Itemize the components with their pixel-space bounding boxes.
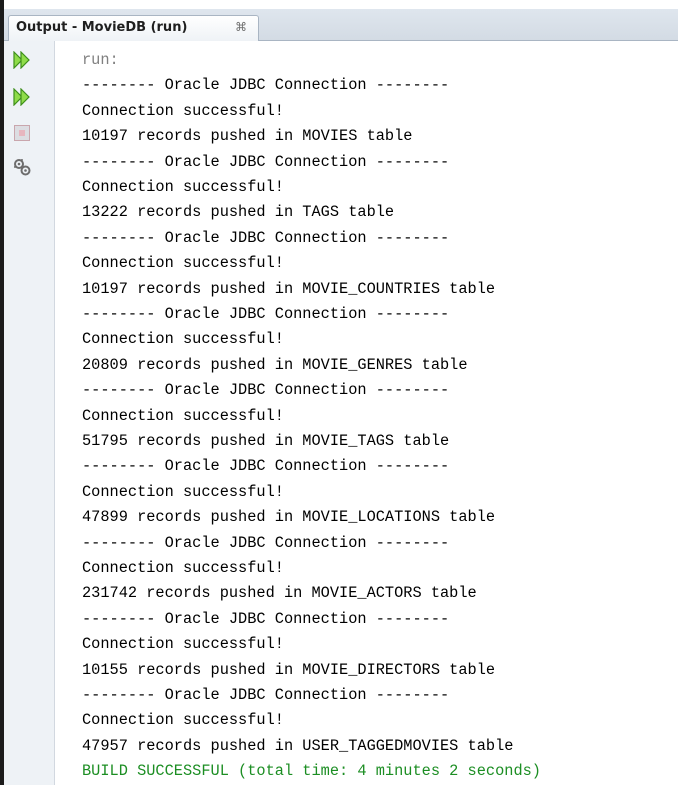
output-line: 10197 records pushed in MOVIES table — [82, 127, 413, 146]
tab-output-moviedb[interactable]: Output - MovieDB (run) ⌘ — [8, 15, 259, 42]
rerun-icon[interactable] — [13, 51, 31, 69]
output-line: 47957 records pushed in USER_TAGGEDMOVIE… — [82, 736, 514, 755]
output-line: 231742 records pushed in MOVIE_ACTORS ta… — [82, 584, 477, 603]
run-label: run: — [82, 51, 119, 69]
window-corner — [0, 0, 4, 9]
output-line: 10197 records pushed in MOVIE_COUNTRIES … — [82, 279, 496, 298]
output-line: Connection successful! — [82, 482, 284, 501]
output-line: -------- Oracle JDBC Connection -------- — [82, 305, 450, 323]
output-line: Connection successful! — [82, 101, 284, 120]
close-icon[interactable]: ⌘ — [235, 20, 247, 34]
rerun-with-params-icon[interactable] — [13, 88, 31, 106]
output-line: 10155 records pushed in MOVIE_DIRECTORS … — [82, 660, 496, 679]
output-window: Output - MovieDB (run) ⌘ run: -------- O… — [0, 0, 678, 785]
output-line: Connection successful! — [82, 711, 284, 730]
output-line: Connection successful! — [82, 254, 284, 273]
output-line: -------- Oracle JDBC Connection -------- — [82, 381, 450, 400]
output-line: 51795 records pushed in MOVIE_TAGS table — [82, 432, 450, 450]
window-top-edge — [0, 0, 678, 9]
output-line: -------- Oracle JDBC Connection -------- — [82, 533, 450, 552]
output-toolbar — [4, 41, 55, 785]
output-line: 13222 records pushed in TAGS table — [82, 203, 395, 222]
output-line: Connection successful! — [82, 178, 284, 196]
stop-icon[interactable] — [13, 124, 31, 142]
output-line: Connection successful! — [82, 559, 284, 577]
tab-title: Output - MovieDB (run) — [16, 20, 188, 35]
output-line: -------- Oracle JDBC Connection -------- — [82, 686, 450, 704]
output-line: -------- Oracle JDBC Connection -------- — [82, 76, 450, 95]
output-line: 20809 records pushed in MOVIE_GENRES tab… — [82, 355, 468, 374]
output-line: -------- Oracle JDBC Connection -------- — [82, 609, 450, 628]
output-line: Connection successful! — [82, 330, 284, 349]
console-output[interactable]: run: -------- Oracle JDBC Connection ----… — [55, 41, 678, 785]
output-line: -------- Oracle JDBC Connection -------- — [82, 457, 450, 476]
output-line: Connection successful! — [82, 635, 284, 654]
settings-icon[interactable] — [13, 158, 31, 176]
output-line: -------- Oracle JDBC Connection -------- — [82, 152, 450, 171]
output-line: 47899 records pushed in MOVIE_LOCATIONS … — [82, 508, 496, 527]
output-line: Connection successful! — [82, 406, 284, 425]
build-status-line: BUILD SUCCESSFUL (total time: 4 minutes … — [82, 762, 541, 781]
output-line: -------- Oracle JDBC Connection -------- — [82, 228, 450, 247]
tab-bar: Output - MovieDB (run) ⌘ — [4, 9, 678, 42]
